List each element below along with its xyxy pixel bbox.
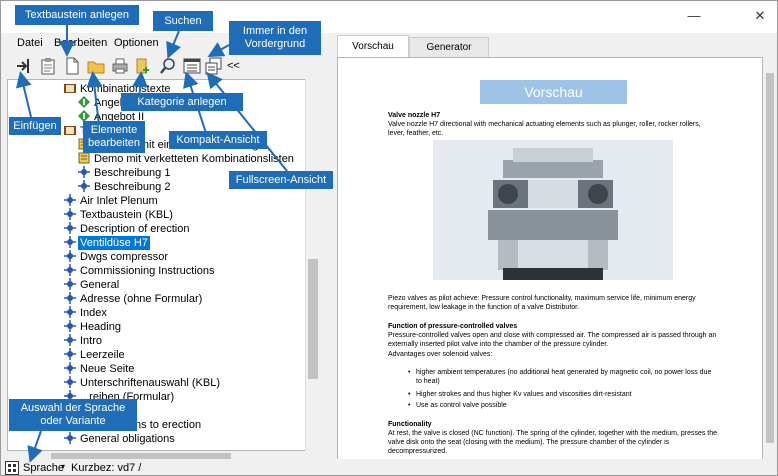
blue-node-icon: [64, 208, 76, 220]
preview-header: Vorschau: [480, 80, 627, 104]
section1-text: Pressure-controlled valves open and clos…: [388, 332, 717, 348]
clipboard-icon[interactable]: [39, 57, 57, 75]
tree-item-label: Intro: [80, 335, 103, 347]
blue-node-icon: [64, 320, 76, 332]
tree-item-label: Commissioning Instructions: [80, 265, 215, 277]
callout-suchen: Suchen: [153, 11, 213, 31]
callout-elemente: Elemente bearbeiten: [83, 121, 145, 153]
tree-item-label: Ventildüse H7: [78, 236, 150, 250]
blue-node-icon: [64, 236, 76, 248]
callout-fullscreen: Fullscreen-Ansicht: [229, 171, 333, 189]
tree-item-label: Description of erection: [80, 223, 190, 235]
bullet-item: higher ambient temperatures (no addition…: [408, 368, 716, 386]
valve-photo: [433, 140, 673, 280]
new-document-icon[interactable]: [63, 57, 81, 75]
folder-icon[interactable]: [87, 57, 105, 75]
section1-title: Function of pressure-controlled valves: [388, 323, 518, 330]
tree-item-label: Neue Seite: [80, 363, 135, 375]
yellow-doc-icon: [78, 152, 90, 164]
folder-book-icon: [64, 82, 76, 94]
tree-item-label: Air Inlet Plenum: [80, 195, 158, 207]
scroll-thumb[interactable]: [766, 73, 774, 443]
app-window: — ✕ Datei Bearbeiten Optionen << Kombina…: [0, 0, 778, 476]
blue-node-icon: [64, 432, 76, 444]
tab-vorschau[interactable]: Vorschau: [337, 35, 409, 57]
blue-node-icon: [64, 348, 76, 360]
tree-item-label: Index: [80, 307, 107, 319]
always-on-top-icon[interactable]: [205, 57, 223, 75]
blue-node-icon: [78, 180, 90, 192]
collapse-button[interactable]: <<: [227, 57, 245, 75]
insert-icon[interactable]: [15, 57, 33, 75]
menu-datei[interactable]: Datei: [17, 37, 43, 49]
scroll-thumb[interactable]: [308, 259, 318, 379]
language-dropdown[interactable]: Sprache: [23, 462, 64, 474]
callout-kompakt: Kompakt-Ansicht: [169, 131, 267, 149]
tree-item-label: Textbaustein (KBL): [80, 209, 173, 221]
blue-node-icon: [64, 376, 76, 388]
blue-node-icon: [64, 222, 76, 234]
menu-optionen[interactable]: Optionen: [114, 37, 159, 49]
shortcode-label: Kurzbez: vd7 /: [71, 462, 142, 474]
section1-advantages: Advantages over solenoid valves:: [388, 351, 493, 358]
chevron-down-icon[interactable]: ▾: [61, 462, 65, 471]
tree-item-label: General obligations: [80, 433, 175, 445]
status-bar: Sprache ▾ Kurzbez: vd7 /: [1, 459, 777, 475]
folder-book-icon: [64, 124, 76, 136]
blue-node-icon: [64, 292, 76, 304]
blue-node-icon: [64, 306, 76, 318]
blue-node-icon: [64, 278, 76, 290]
blue-node-icon: [64, 250, 76, 262]
tree-vertical-scrollbar[interactable]: [305, 79, 319, 451]
tree-item-label: General: [80, 279, 120, 291]
tree-item-label: Demo mit verketteten Kombinationslisten: [94, 153, 294, 165]
callout-kategorie: Kategorie anlegen: [121, 93, 243, 111]
printer-icon[interactable]: [111, 57, 129, 75]
callout-vordergrund: Immer in den Vordergrund: [229, 21, 321, 55]
callout-einfuegen: Einfügen: [9, 117, 61, 135]
tree-item-label: Leerzeile: [80, 349, 125, 361]
blue-node-icon: [64, 362, 76, 374]
blue-node-icon: [64, 264, 76, 276]
language-icon[interactable]: [5, 461, 19, 475]
blue-node-icon: [78, 166, 90, 178]
blue-node-icon: [64, 194, 76, 206]
blue-node-icon: [64, 334, 76, 346]
tree-item-label: Heading: [80, 321, 121, 333]
preview-pane: Vorschau Valve nozzle H7 Valve nozzle H7…: [337, 57, 763, 461]
callout-textbaustein: Textbaustein anlegen: [15, 5, 139, 25]
green-diamond-icon: [78, 96, 90, 108]
preview-para1: Piezo valves as pilot achieve: Pressure …: [388, 295, 696, 311]
tree-item-label: Dwgs compressor: [80, 251, 169, 263]
compact-view-icon[interactable]: [183, 57, 201, 75]
add-category-icon[interactable]: [135, 57, 153, 75]
bullet-item: Higher strokes and thus higher Kv values…: [408, 390, 716, 399]
search-icon[interactable]: [159, 57, 177, 75]
close-icon[interactable]: ✕: [753, 9, 767, 23]
minimize-icon[interactable]: —: [687, 9, 701, 23]
tree-item-label: Adresse (ohne Formular): [80, 293, 203, 305]
preview-scrollbar[interactable]: [763, 57, 777, 461]
tab-generator[interactable]: Generator: [409, 37, 489, 57]
preview-title: Valve nozzle H7: [388, 112, 441, 119]
menu-bearbeiten[interactable]: Bearbeiten: [54, 37, 107, 49]
bullet-item: Use as control valve possible: [408, 401, 716, 410]
tree-item-label: Unterschriftenauswahl (KBL): [80, 377, 221, 389]
section2-title: Functionality: [388, 421, 432, 428]
preview-intro: Valve nozzle H7 directional with mechani…: [388, 121, 701, 137]
tree-item-label: Beschreibung 2: [94, 181, 171, 193]
section2-text: At rest, the valve is closed (NC functio…: [388, 430, 718, 455]
tree-item-label: Beschreibung 1: [94, 167, 171, 179]
callout-sprache: Auswahl der Sprache oder Variante: [9, 399, 137, 431]
